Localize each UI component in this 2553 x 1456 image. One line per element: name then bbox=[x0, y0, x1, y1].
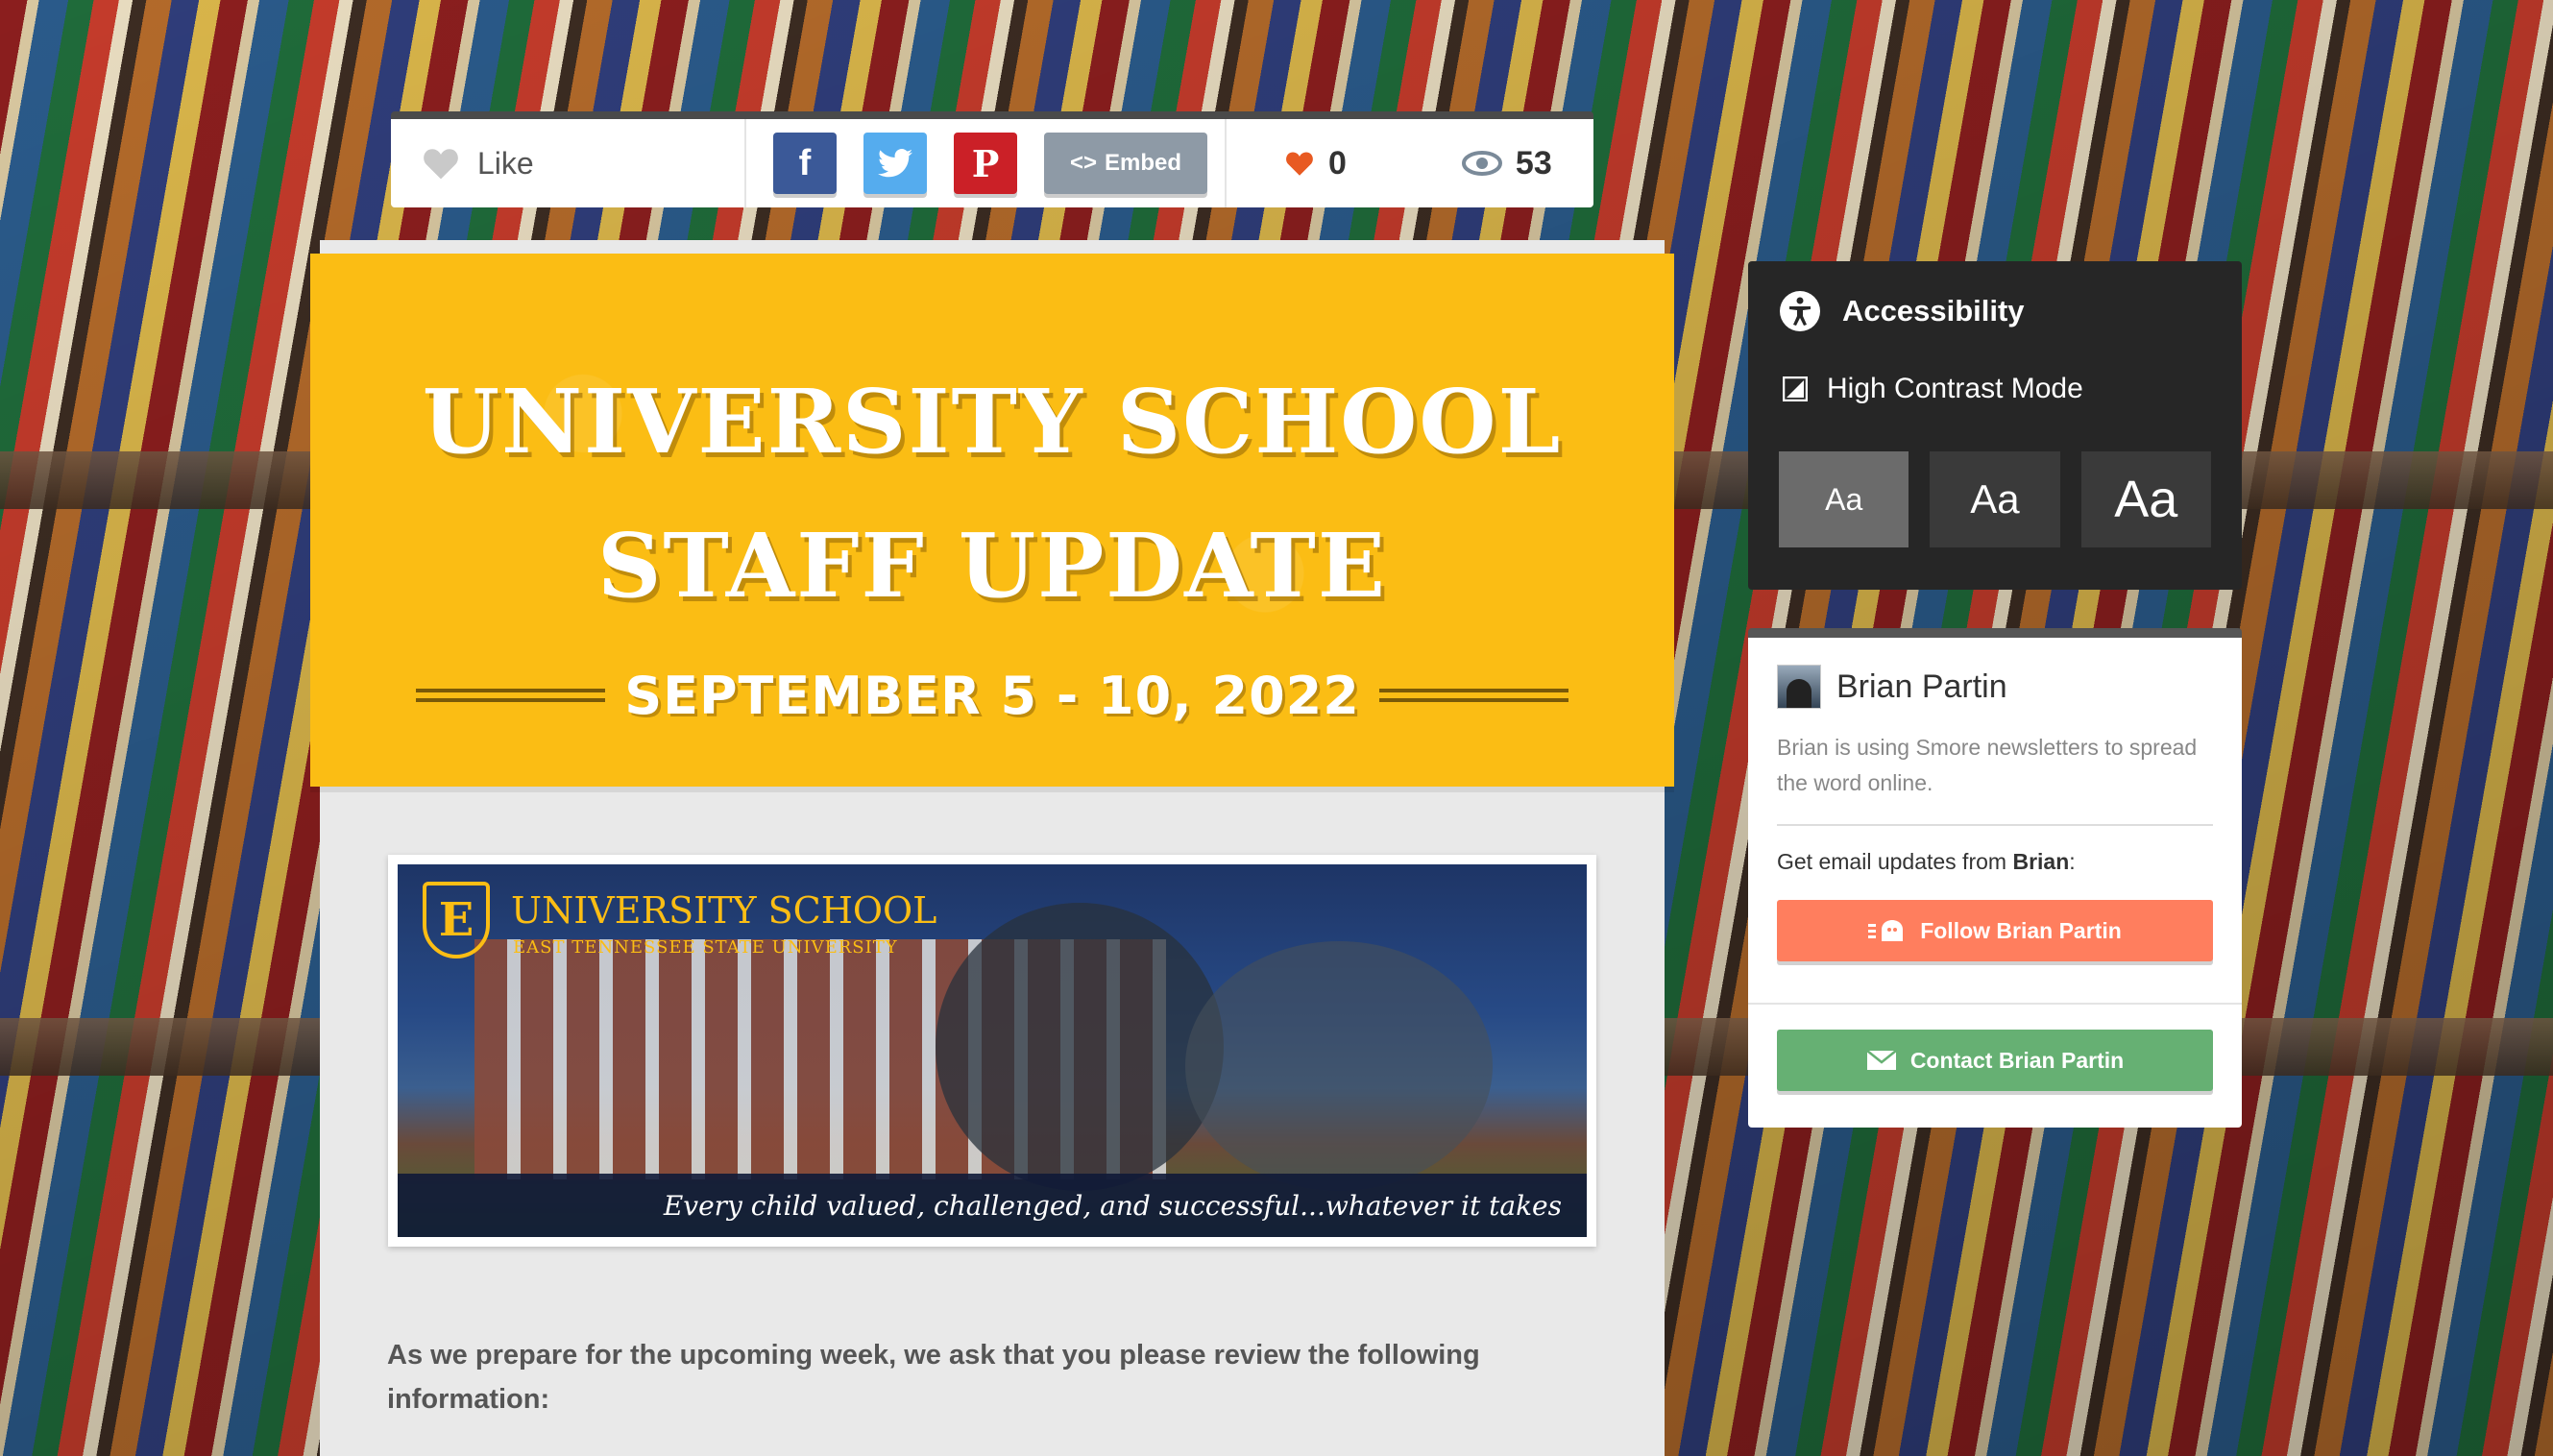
tree bbox=[1185, 941, 1493, 1191]
font-size-medium-button[interactable]: Aa bbox=[1930, 451, 2060, 547]
contact-section: Contact Brian Partin bbox=[1748, 1003, 2242, 1128]
social-buttons: f P <> Embed bbox=[746, 119, 1227, 207]
accessibility-panel: Accessibility High Contrast Mode Aa Aa A… bbox=[1748, 261, 2242, 590]
avatar[interactable] bbox=[1777, 665, 1821, 709]
code-brackets-icon: <> bbox=[1069, 150, 1097, 176]
title-line-2: STAFF UPDATE bbox=[596, 514, 1388, 618]
email-name: Brian bbox=[2012, 849, 2070, 874]
facebook-icon: f bbox=[798, 142, 812, 183]
title-line-1: UNIVERSITY SCHOOL bbox=[422, 370, 1563, 473]
newsletter-date: SEPTEMBER 5 - 10, 2022 bbox=[624, 665, 1360, 726]
twitter-icon bbox=[878, 149, 912, 178]
embed-button[interactable]: <> Embed bbox=[1044, 133, 1207, 194]
email-updates-text: Get email updates from Brian: bbox=[1777, 849, 2213, 875]
facebook-share-button[interactable]: f bbox=[773, 133, 837, 194]
divider bbox=[1777, 824, 2213, 826]
intro-text: As we prepare for the upcoming week, we … bbox=[387, 1340, 1480, 1415]
contact-button[interactable]: Contact Brian Partin bbox=[1777, 1030, 2213, 1091]
likes-count: 0 bbox=[1328, 144, 1347, 182]
heart-icon bbox=[424, 149, 458, 180]
share-bar: Like f P <> Embed 0 53 bbox=[391, 111, 1593, 207]
newsletter-header: UNIVERSITY SCHOOL STAFF UPDATE SEPTEMBER… bbox=[310, 254, 1674, 787]
follow-label: Follow Brian Partin bbox=[1920, 917, 2122, 943]
etsu-crest-logo: E bbox=[423, 882, 490, 959]
date-row: SEPTEMBER 5 - 10, 2022 bbox=[416, 657, 1568, 734]
tree bbox=[936, 903, 1224, 1191]
high-contrast-toggle[interactable]: High Contrast Mode bbox=[1783, 373, 2211, 405]
like-label: Like bbox=[477, 145, 534, 181]
author-description: Brian is using Smore newsletters to spre… bbox=[1777, 735, 2198, 795]
likes-stat: 0 bbox=[1284, 145, 1347, 182]
author-info: Brian Partin Brian is using Smore newsle… bbox=[1748, 638, 2242, 961]
banner-school-sub: EAST TENNESSEE STATE UNIVERSITY bbox=[513, 937, 898, 958]
banner-tagline: Every child valued, challenged, and succ… bbox=[398, 1174, 1587, 1237]
pinterest-icon: P bbox=[971, 141, 1000, 185]
high-contrast-label: High Contrast Mode bbox=[1827, 373, 2083, 404]
views-count: 53 bbox=[1515, 144, 1552, 182]
banner-school-name: UNIVERSITY SCHOOL bbox=[511, 889, 937, 932]
author-name[interactable]: Brian Partin bbox=[1836, 668, 2007, 706]
contact-label: Contact Brian Partin bbox=[1909, 1047, 2125, 1073]
embed-label: Embed bbox=[1105, 150, 1182, 176]
follow-icon bbox=[1868, 920, 1904, 941]
font-size-options: Aa Aa Aa bbox=[1779, 451, 2211, 547]
author-row: Brian Partin bbox=[1777, 665, 2213, 709]
like-button[interactable]: Like bbox=[391, 119, 746, 207]
follow-button[interactable]: Follow Brian Partin bbox=[1777, 900, 2213, 961]
newsletter-title: UNIVERSITY SCHOOL STAFF UPDATE bbox=[310, 350, 1674, 638]
heart-icon bbox=[1286, 152, 1313, 176]
envelope-icon bbox=[1866, 1050, 1897, 1070]
twitter-share-button[interactable] bbox=[863, 133, 927, 194]
font-size-large-button[interactable]: Aa bbox=[2080, 451, 2211, 547]
stats: 0 53 bbox=[1227, 145, 1552, 182]
pinterest-share-button[interactable]: P bbox=[954, 133, 1017, 194]
accessibility-icon bbox=[1780, 291, 1820, 331]
accessibility-title: Accessibility bbox=[1842, 294, 2025, 328]
banner-photo: E UNIVERSITY SCHOOL EAST TENNESSEE STATE… bbox=[398, 864, 1587, 1237]
school-banner-image: E UNIVERSITY SCHOOL EAST TENNESSEE STATE… bbox=[388, 855, 1596, 1247]
accessibility-header: Accessibility bbox=[1779, 290, 2211, 332]
contrast-icon bbox=[1783, 376, 1808, 401]
eye-icon bbox=[1461, 151, 1502, 176]
date-rule-right bbox=[1378, 689, 1568, 702]
date-rule-left bbox=[416, 689, 606, 702]
font-size-small-button[interactable]: Aa bbox=[1779, 451, 1909, 547]
email-suffix: : bbox=[2069, 849, 2076, 874]
author-card: Brian Partin Brian is using Smore newsle… bbox=[1748, 628, 2242, 1128]
views-stat: 53 bbox=[1461, 144, 1552, 182]
email-prefix: Get email updates from bbox=[1777, 849, 2013, 874]
